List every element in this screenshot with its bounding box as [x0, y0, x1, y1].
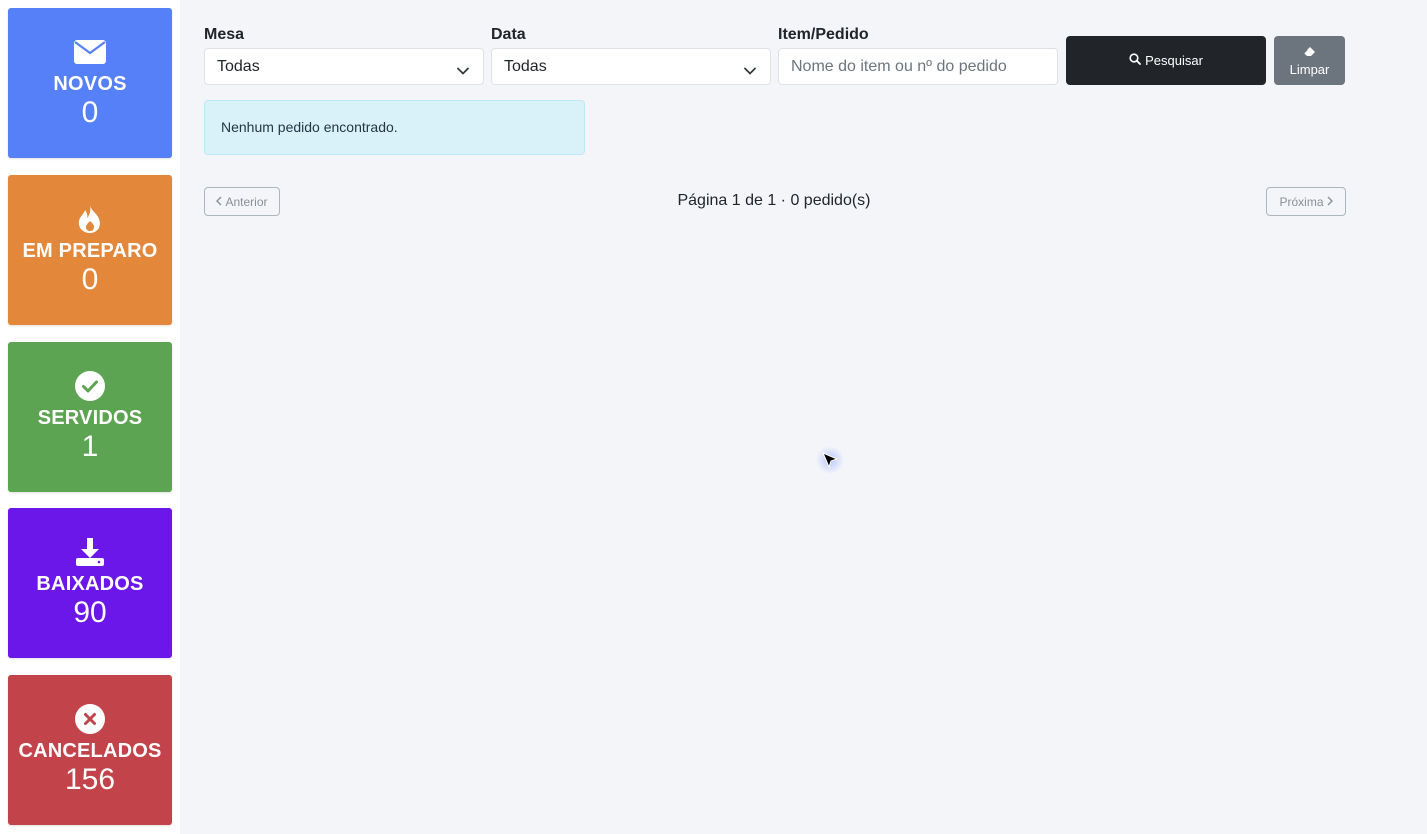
clear-button-label: Limpar	[1289, 61, 1330, 77]
data-label: Data	[491, 26, 526, 43]
data-select[interactable]: Todas	[491, 48, 771, 85]
mesa-label: Mesa	[204, 26, 245, 43]
mesa-select-value: Todas	[217, 58, 260, 75]
card-count: 0	[81, 263, 99, 296]
card-label: NOVOS	[53, 73, 127, 95]
mouse-cursor-icon	[816, 446, 844, 474]
clear-button[interactable]: Limpar	[1274, 36, 1345, 85]
pagination-info: Página 1 de 1 · 0 pedido(s)	[677, 192, 871, 209]
fire-icon	[74, 203, 106, 235]
x-circle-icon	[74, 703, 106, 735]
eraser-icon	[1303, 45, 1316, 60]
card-label: EM PREPARO	[22, 240, 158, 262]
item-pedido-input[interactable]	[778, 48, 1058, 85]
download-icon	[74, 536, 106, 568]
chevron-down-icon	[744, 61, 756, 81]
data-select-value: Todas	[504, 58, 547, 75]
prev-page-button[interactable]: Anterior	[204, 187, 280, 216]
check-circle-icon	[74, 370, 106, 402]
item-pedido-label: Item/Pedido	[778, 26, 869, 43]
chevron-left-icon	[216, 195, 222, 209]
card-label: SERVIDOS	[37, 407, 143, 429]
card-label: CANCELADOS	[18, 740, 162, 762]
card-count: 90	[73, 596, 107, 629]
status-sidebar: NOVOS 0 EM PREPARO 0 SERVIDOS 1 BAIXADOS…	[0, 0, 180, 834]
envelope-icon	[74, 36, 106, 68]
search-button[interactable]: Pesquisar	[1066, 36, 1266, 85]
empty-results-message: Nenhum pedido encontrado.	[221, 119, 398, 135]
card-servidos[interactable]: SERVIDOS 1	[8, 342, 172, 492]
card-novos[interactable]: NOVOS 0	[8, 8, 172, 158]
card-cancelados[interactable]: CANCELADOS 156	[8, 675, 172, 825]
chevron-down-icon	[457, 61, 469, 81]
search-icon	[1129, 53, 1141, 68]
next-page-button[interactable]: Próxima	[1266, 187, 1346, 216]
empty-results-alert: Nenhum pedido encontrado.	[204, 100, 585, 155]
mesa-select[interactable]: Todas	[204, 48, 484, 85]
card-count: 0	[81, 96, 99, 129]
card-label: BAIXADOS	[36, 573, 144, 595]
search-button-label: Pesquisar	[1145, 53, 1203, 68]
card-count: 1	[81, 430, 99, 463]
card-count: 156	[64, 763, 116, 796]
card-baixados[interactable]: BAIXADOS 90	[8, 508, 172, 658]
card-em-preparo[interactable]: EM PREPARO 0	[8, 175, 172, 325]
chevron-right-icon	[1327, 195, 1333, 209]
prev-page-label: Anterior	[225, 194, 268, 209]
next-page-label: Próxima	[1279, 194, 1324, 209]
